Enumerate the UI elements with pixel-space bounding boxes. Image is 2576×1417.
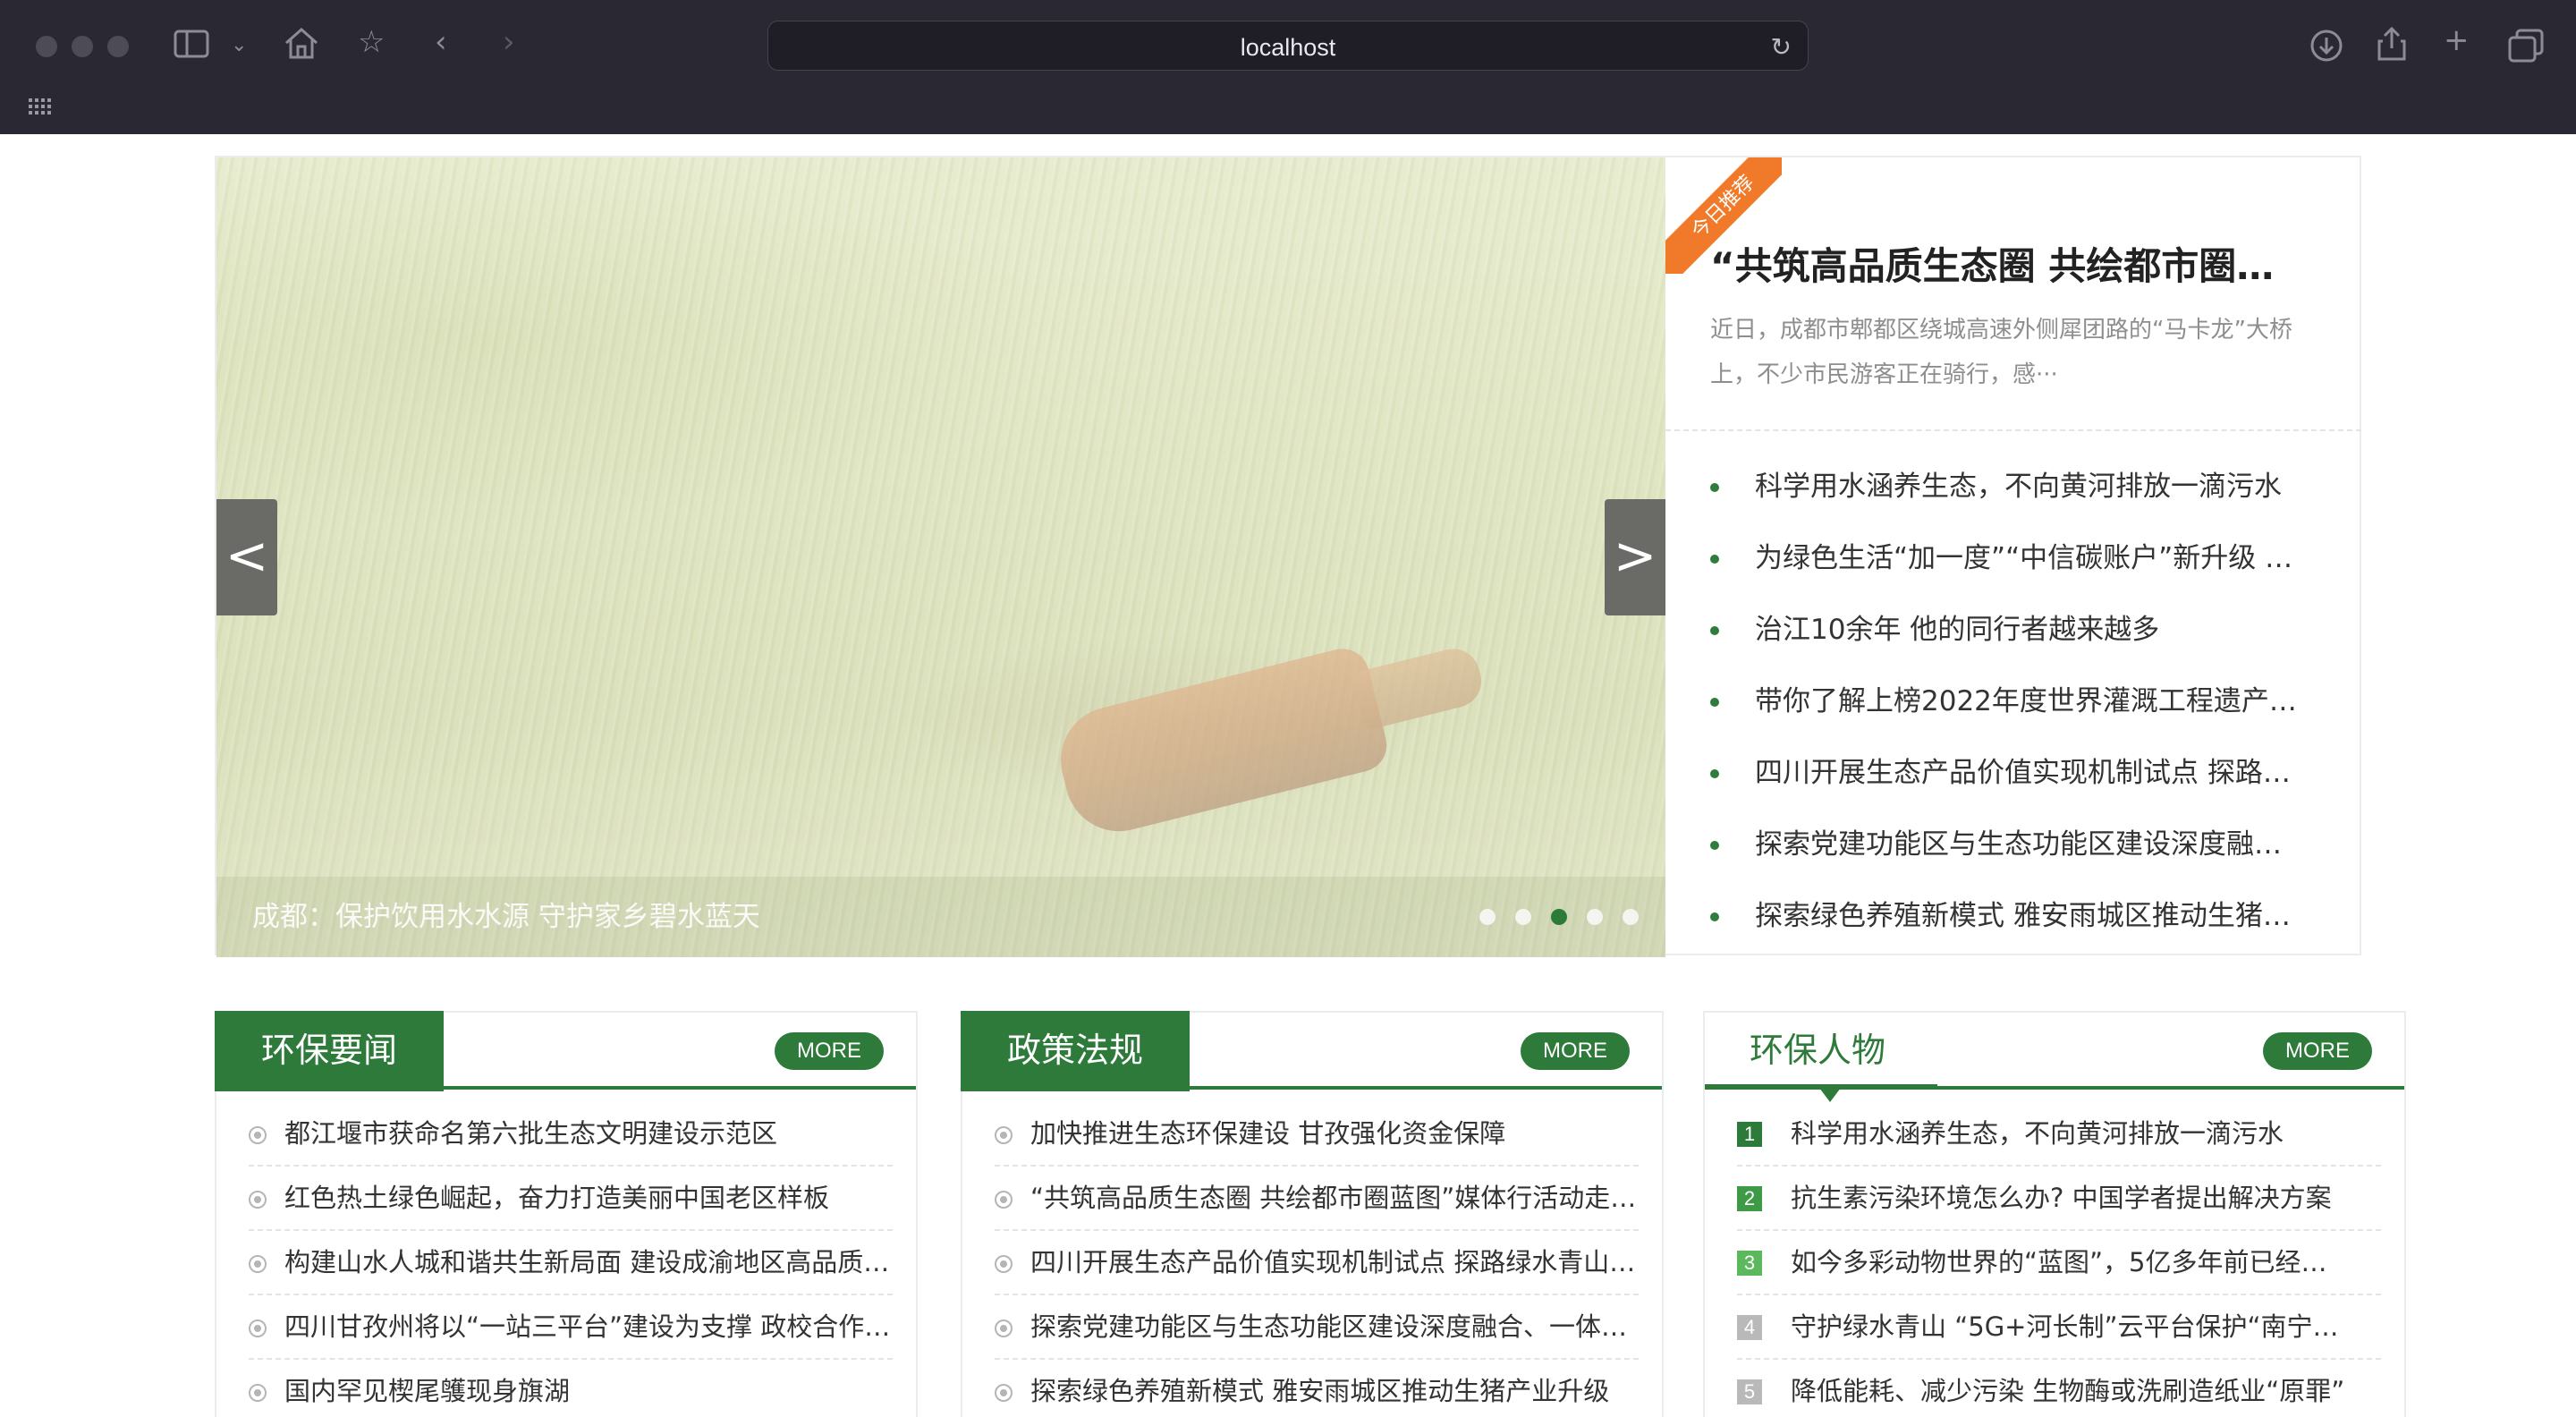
url-text: localhost	[1240, 34, 1336, 61]
tab-overview-icon[interactable]	[2508, 29, 2544, 68]
panel-header: 环保人物 MORE	[1703, 1011, 2404, 1102]
panel-title[interactable]: 环保人物	[1703, 1011, 1932, 1091]
carousel-dot-active[interactable]	[1551, 909, 1567, 925]
list-item[interactable]: 带你了解上榜2022年度世界灌溉工程遗产…	[1710, 673, 2336, 744]
bullet-icon	[249, 1126, 267, 1144]
carousel-dot[interactable]	[1479, 909, 1496, 925]
list-item[interactable]: 5 降低能耗、减少污染 生物酶或洗刷造纸业“原罪”	[1737, 1360, 2381, 1417]
list-item[interactable]: 四川开展生态产品价值实现机制试点 探路…	[1710, 744, 2336, 816]
reload-icon[interactable]: ↻	[1771, 32, 1792, 62]
minimize-window-button[interactable]	[72, 36, 93, 57]
more-button[interactable]: MORE	[2263, 1032, 2372, 1070]
bullet-icon	[249, 1255, 267, 1273]
list-item[interactable]: 为绿色生活“加一度”“中信碳账户”新升级 …	[1710, 530, 2336, 601]
carousel-next-button[interactable]: >	[1605, 499, 1665, 615]
policy-panel: 政策法规 MORE 加快推进生态环保建设 甘孜强化资金保障 “共筑高品质生态圈 …	[961, 1011, 1664, 1417]
browser-toolbar: ⌄ ☆ ‹ › localhost ↻ +	[0, 0, 2576, 134]
carousel-slide[interactable]: 成都：保护饮用水水源 守护家乡碧水蓝天 < >	[216, 157, 1665, 957]
bullet-icon	[249, 1319, 267, 1337]
list-item[interactable]: 国内罕见楔尾鹱现身旗湖	[249, 1360, 893, 1417]
news-list: 都江堰市获命名第六批生态文明建设示范区 红色热土绿色崛起，奋力打造美丽中国老区样…	[249, 1102, 893, 1417]
panel-header: 环保要闻 MORE	[215, 1011, 916, 1091]
share-icon[interactable]	[2376, 25, 2408, 68]
rank-badge: 3	[1737, 1251, 1762, 1276]
list-item[interactable]: 1 科学用水涵养生态，不向黄河排放一滴污水	[1737, 1102, 2381, 1167]
list-item[interactable]: 四川开展生态产品价值实现机制试点 探路绿水青山…	[995, 1231, 1639, 1295]
bullet-icon	[995, 1191, 1013, 1209]
list-item[interactable]: 科学用水涵养生态，不向黄河排放一滴污水	[1710, 458, 2336, 530]
list-item[interactable]: 加快推进生态环保建设 甘孜强化资金保障	[995, 1102, 1639, 1167]
carousel-dot[interactable]	[1515, 909, 1531, 925]
list-item[interactable]: 4 守护绿水青山 “5G+河长制”云平台保护“南宁…	[1737, 1295, 2381, 1360]
list-item[interactable]: 红色热土绿色崛起，奋力打造美丽中国老区样板	[249, 1167, 893, 1231]
close-window-button[interactable]	[36, 36, 57, 57]
carousel-caption[interactable]: 成都：保护饮用水水源 守护家乡碧水蓝天	[252, 894, 760, 934]
news-panel: 环保要闻 MORE 都江堰市获命名第六批生态文明建设示范区 红色热土绿色崛起，奋…	[215, 1011, 918, 1417]
list-item[interactable]: 探索绿色养殖新模式 雅安雨城区推动生猪…	[1710, 887, 2336, 959]
bullet-icon	[249, 1191, 267, 1209]
rank-badge: 5	[1737, 1379, 1762, 1404]
list-item[interactable]: “共筑高品质生态圈 共绘都市圈蓝图”媒体行活动走…	[995, 1167, 1639, 1231]
home-icon[interactable]	[283, 25, 320, 66]
more-button[interactable]: MORE	[775, 1032, 884, 1070]
bullet-icon	[995, 1126, 1013, 1144]
carousel-dot[interactable]	[1587, 909, 1603, 925]
bullet-icon	[995, 1255, 1013, 1273]
carousel-prev-button[interactable]: <	[216, 499, 277, 615]
bullet-icon	[995, 1319, 1013, 1337]
panel-title[interactable]: 政策法规	[961, 1011, 1191, 1091]
caret-down-icon	[1819, 1088, 1841, 1102]
bullet-icon	[249, 1384, 267, 1402]
plus-icon[interactable]: +	[2444, 25, 2470, 55]
chevron-right-icon[interactable]: ›	[503, 27, 515, 57]
divider	[1665, 429, 2361, 431]
featured-title[interactable]: “共筑高品质生态圈 共绘都市圈…	[1710, 236, 2336, 291]
star-icon[interactable]: ☆	[358, 27, 385, 57]
people-list: 1 科学用水涵养生态，不向黄河排放一滴污水 2 抗生素污染环境怎么办? 中国学者提出…	[1737, 1102, 2381, 1417]
list-item[interactable]: 治江10余年 他的同行者越来越多	[1710, 601, 2336, 673]
chevron-down-icon[interactable]: ⌄	[231, 36, 247, 55]
carousel-dot[interactable]	[1623, 909, 1639, 925]
bullet-icon	[995, 1384, 1013, 1402]
rank-badge: 4	[1737, 1315, 1762, 1340]
sidebar-icon[interactable]	[174, 30, 209, 64]
carousel-dots	[1479, 909, 1639, 925]
featured-summary: 近日，成都市郫都区绕城高速外侧犀团路的“马卡龙”大桥上，不少市民游客正在骑行，感…	[1710, 317, 2292, 388]
list-item[interactable]: 四川甘孜州将以“一站三平台”建设为支撑 政校合作…	[249, 1295, 893, 1360]
grid-icon[interactable]	[29, 98, 51, 115]
address-bar[interactable]: localhost ↻	[767, 21, 1809, 71]
zoom-window-button[interactable]	[107, 36, 129, 57]
more-button[interactable]: MORE	[1521, 1032, 1630, 1070]
chevron-left-icon[interactable]: ‹	[435, 27, 447, 57]
rank-badge: 2	[1737, 1186, 1762, 1211]
list-item[interactable]: 都江堰市获命名第六批生态文明建设示范区	[249, 1102, 893, 1167]
featured-panel: 今日推荐 “共筑高品质生态圈 共绘都市圈… 近日，成都市郫都区绕城高速外侧犀团路…	[1665, 157, 2361, 954]
list-item[interactable]: 探索党建功能区与生态功能区建设深度融合、一体…	[995, 1295, 1639, 1360]
list-item[interactable]: 3 如今多彩动物世界的“蓝图”，5亿多年前已经…	[1737, 1231, 2381, 1295]
featured-list: 科学用水涵养生态，不向黄河排放一滴污水 为绿色生活“加一度”“中信碳账户”新升级…	[1710, 458, 2336, 959]
download-icon[interactable]	[2309, 29, 2343, 68]
hero-section: 成都：保护饮用水水源 守护家乡碧水蓝天 < > 今日推荐 “共筑高品质生态圈 共…	[215, 156, 2361, 957]
policy-list: 加快推进生态环保建设 甘孜强化资金保障 “共筑高品质生态圈 共绘都市圈蓝图”媒体…	[995, 1102, 1639, 1417]
slide-overlay	[216, 157, 1665, 957]
list-item[interactable]: 2 抗生素污染环境怎么办? 中国学者提出解决方案	[1737, 1167, 2381, 1231]
rank-badge: 1	[1737, 1122, 1762, 1147]
panel-header: 政策法规 MORE	[961, 1011, 1662, 1091]
list-item[interactable]: 探索党建功能区与生态功能区建设深度融…	[1710, 816, 2336, 887]
list-item[interactable]: 探索绿色养殖新模式 雅安雨城区推动生猪产业升级	[995, 1360, 1639, 1417]
panel-title[interactable]: 环保要闻	[215, 1011, 445, 1091]
list-item[interactable]: 构建山水人城和谐共生新局面 建设成渝地区高品质…	[249, 1231, 893, 1295]
people-panel: 环保人物 MORE 1 科学用水涵养生态，不向黄河排放一滴污水 2 抗生素污染环境怎…	[1703, 1011, 2406, 1417]
